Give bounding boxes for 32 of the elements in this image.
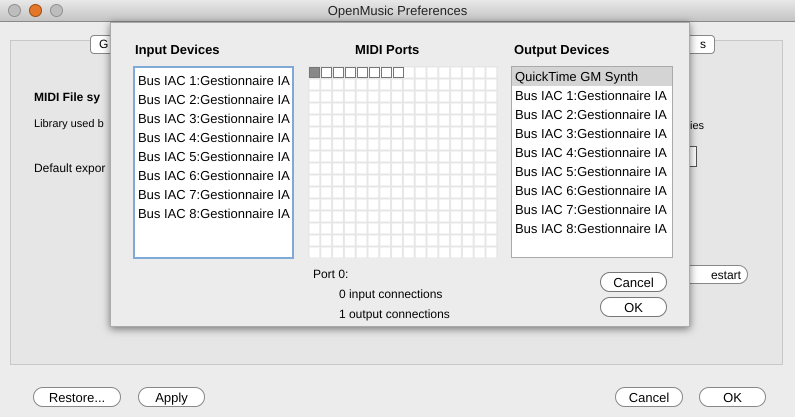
section-title: MIDI File sy bbox=[34, 89, 100, 106]
output-connections-text: 1 output connections bbox=[339, 306, 450, 323]
port-square[interactable] bbox=[333, 67, 344, 78]
port-square[interactable] bbox=[345, 67, 356, 78]
option-label: ies bbox=[690, 119, 704, 134]
ok-button[interactable]: OK bbox=[600, 297, 667, 317]
tab[interactable]: s bbox=[688, 35, 715, 54]
minimize-icon[interactable] bbox=[29, 4, 42, 17]
port-square[interactable] bbox=[381, 67, 392, 78]
window-title: OpenMusic Preferences bbox=[326, 2, 468, 20]
ok-button[interactable]: OK bbox=[699, 387, 766, 407]
port-square[interactable] bbox=[369, 67, 380, 78]
apply-button[interactable]: Apply bbox=[138, 387, 205, 407]
port-label: Port 0: bbox=[313, 266, 348, 283]
default-export-label: Default expor bbox=[34, 160, 106, 177]
midi-ports-heading: MIDI Ports bbox=[355, 41, 420, 59]
restore-button[interactable]: Restore... bbox=[33, 387, 121, 407]
port-square[interactable] bbox=[393, 67, 404, 78]
port-square[interactable] bbox=[357, 67, 368, 78]
cancel-button[interactable]: Cancel bbox=[615, 387, 683, 407]
input-connections-text: 0 input connections bbox=[339, 286, 442, 303]
device-item[interactable]: QuickTime GM Synth bbox=[512, 67, 672, 86]
tab[interactable]: G bbox=[90, 35, 112, 54]
cancel-button[interactable]: Cancel bbox=[600, 272, 667, 292]
port-square[interactable] bbox=[321, 67, 332, 78]
input-devices-heading: Input Devices bbox=[135, 41, 220, 59]
close-icon[interactable] bbox=[8, 4, 21, 17]
library-label: Library used b bbox=[34, 117, 104, 132]
input-devices-list[interactable] bbox=[133, 66, 294, 259]
output-devices-heading: Output Devices bbox=[514, 41, 610, 59]
output-devices-list[interactable] bbox=[511, 66, 673, 258]
zoom-icon[interactable] bbox=[50, 4, 63, 17]
